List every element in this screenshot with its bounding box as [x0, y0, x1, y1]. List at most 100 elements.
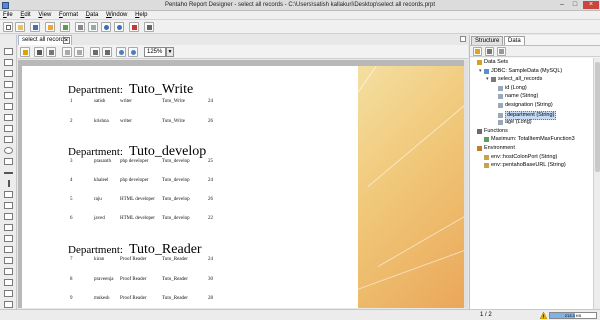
- external-element-icon[interactable]: [4, 268, 13, 275]
- publish-icon[interactable]: [45, 22, 55, 32]
- chevron-down-icon[interactable]: ▼: [166, 47, 174, 57]
- menu-format[interactable]: Format: [56, 11, 81, 19]
- bar-sparkline-icon[interactable]: [4, 224, 13, 231]
- close-tab-icon[interactable]: ×: [63, 37, 70, 44]
- menu-data[interactable]: Data: [83, 11, 102, 19]
- chart-icon[interactable]: [4, 202, 13, 209]
- survey-scale-icon[interactable]: [4, 191, 13, 198]
- delete-icon[interactable]: [129, 22, 139, 32]
- canvas-vertical-scrollbar[interactable]: [464, 60, 468, 308]
- last-page-icon[interactable]: [102, 47, 112, 57]
- index-icon[interactable]: [4, 301, 13, 308]
- menu-help[interactable]: Help: [132, 11, 150, 19]
- label-element-icon[interactable]: [4, 48, 13, 55]
- pie-sparkline-icon[interactable]: [4, 246, 13, 253]
- close-window-icon[interactable]: ×: [583, 1, 599, 9]
- row-department: Tuto_develop: [162, 178, 190, 183]
- image-icon[interactable]: [4, 136, 13, 143]
- save-icon[interactable]: [30, 22, 40, 32]
- menu-window[interactable]: Window: [103, 11, 130, 19]
- environment-icon: [477, 146, 482, 151]
- department-value: Tuto_Write: [128, 82, 194, 97]
- cut-icon[interactable]: [75, 22, 85, 32]
- text-field-icon[interactable]: [4, 59, 13, 66]
- tree-node[interactable]: ▾ select_all_records: [486, 76, 542, 83]
- minimize-icon[interactable]: –: [556, 1, 568, 9]
- tree-node[interactable]: name (String): [493, 93, 538, 100]
- edit-parameters-icon[interactable]: [497, 47, 506, 56]
- tab-select-all-records[interactable]: select all records ×: [18, 35, 72, 45]
- tree-node[interactable]: Environment: [472, 145, 515, 152]
- row-name: mukesh: [94, 296, 110, 301]
- tree-node[interactable]: age (Long): [493, 119, 532, 126]
- resource-label-icon[interactable]: [4, 103, 13, 110]
- simple-barcodes-icon[interactable]: [4, 213, 13, 220]
- tab-data[interactable]: Data: [504, 36, 525, 45]
- tree-node[interactable]: designation (String): [493, 102, 553, 109]
- resource-field-icon[interactable]: [4, 114, 13, 121]
- page-setup-icon[interactable]: [46, 47, 56, 57]
- line-sparkline-icon[interactable]: [4, 235, 13, 242]
- data-tree-scrollbar[interactable]: [593, 58, 600, 309]
- department-value: Tuto_develop: [128, 144, 207, 159]
- zoom-select[interactable]: 125%: [144, 47, 166, 57]
- print-icon[interactable]: [34, 47, 44, 57]
- add-datasource-icon[interactable]: [473, 47, 482, 56]
- sub-report-icon[interactable]: [4, 279, 13, 286]
- table-of-contents-icon[interactable]: [4, 290, 13, 297]
- image-field-icon[interactable]: [4, 125, 13, 132]
- edit-styles-icon[interactable]: [144, 22, 154, 32]
- first-page-icon[interactable]: [62, 47, 72, 57]
- tree-node[interactable]: Functions: [472, 128, 508, 135]
- field-icon: [498, 112, 503, 118]
- rectangle-icon[interactable]: [4, 158, 13, 165]
- row-id: 2: [70, 119, 73, 124]
- tree-node-label: age (Long): [505, 119, 532, 126]
- zoom-out-icon[interactable]: [128, 47, 138, 57]
- row-department: Tuto_Write: [162, 119, 185, 124]
- tree-node[interactable]: env::hostColonPort (String): [479, 154, 557, 161]
- new-report-icon[interactable]: [3, 22, 13, 32]
- tree-node[interactable]: Data Sets: [472, 59, 508, 66]
- copy-icon[interactable]: [88, 22, 98, 32]
- zoom-in-icon[interactable]: [116, 47, 126, 57]
- next-page-icon[interactable]: [90, 47, 100, 57]
- row-age: 24: [208, 99, 213, 104]
- open-icon[interactable]: [15, 22, 25, 32]
- department-label: Department:: [68, 84, 123, 96]
- message-field-icon[interactable]: [4, 92, 13, 99]
- tree-node[interactable]: env::pentahoBaseURL (String): [479, 162, 566, 169]
- memory-indicator[interactable]: 213.3 KB: [549, 312, 597, 319]
- previous-page-icon[interactable]: [74, 47, 84, 57]
- group-header: Department: Tuto_develop: [68, 144, 206, 160]
- tree-node[interactable]: id (Long): [493, 85, 527, 92]
- tree-node[interactable]: Maximum: TotalItemMaxFunction3: [479, 136, 575, 143]
- row-department: Tuto_develop: [162, 216, 190, 221]
- date-field-icon[interactable]: [4, 81, 13, 88]
- edit-mode-icon[interactable]: [20, 47, 30, 57]
- redo-icon[interactable]: [114, 22, 124, 32]
- minimize-panel-icon[interactable]: [460, 36, 466, 42]
- maximize-icon[interactable]: □: [569, 1, 581, 9]
- tree-node-label: Environment: [484, 145, 515, 151]
- warning-icon[interactable]: [540, 312, 547, 319]
- band-icon[interactable]: [4, 257, 13, 264]
- menu-edit[interactable]: Edit: [17, 11, 33, 19]
- number-field-icon[interactable]: [4, 70, 13, 77]
- menu-view[interactable]: View: [35, 11, 54, 19]
- ellipse-icon[interactable]: [4, 147, 13, 154]
- preview-icon[interactable]: [60, 22, 70, 32]
- tab-structure[interactable]: Structure: [471, 36, 504, 45]
- horizontal-line-icon[interactable]: [4, 172, 13, 174]
- desktop-wallpaper: [358, 66, 464, 308]
- page-count: 1 / 2: [480, 312, 492, 318]
- row-name: kiran: [94, 257, 105, 262]
- row-department: Tuto_Reader: [162, 277, 188, 282]
- add-function-icon[interactable]: [485, 47, 494, 56]
- menu-file[interactable]: File: [0, 11, 16, 19]
- window-title: Pentaho Report Designer - select all rec…: [164, 2, 436, 8]
- scrollbar-thumb[interactable]: [595, 62, 600, 172]
- undo-icon[interactable]: [101, 22, 111, 32]
- tree-node[interactable]: ▾ JDBC: SampleData (MySQL): [479, 68, 562, 75]
- vertical-line-icon[interactable]: [8, 180, 10, 187]
